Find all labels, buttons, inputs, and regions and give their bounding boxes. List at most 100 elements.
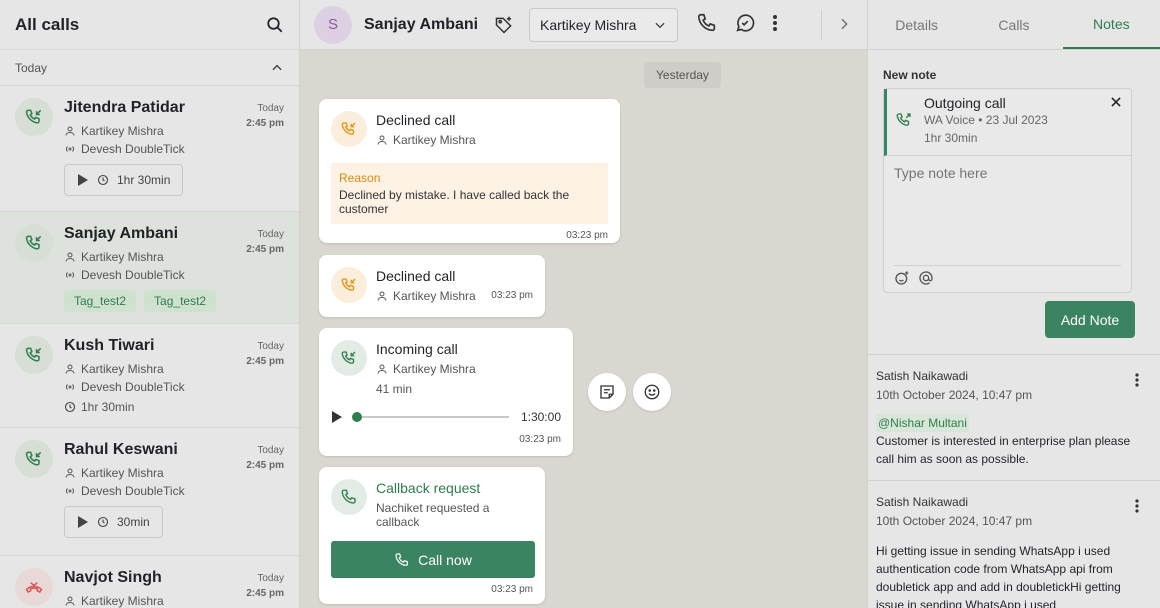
call-item-jitendra[interactable]: Jitendra Patidar Today 2:45 pm Kartikey M… xyxy=(0,86,299,212)
chevron-right-icon[interactable] xyxy=(836,16,852,32)
call-item-kush[interactable]: Kush Tiwari Today 2:45 pm Kartikey Mishra… xyxy=(0,324,299,428)
header-divider xyxy=(821,10,822,40)
more-vertical-icon[interactable] xyxy=(1135,499,1139,513)
more-vertical-icon[interactable] xyxy=(772,14,778,32)
user-icon xyxy=(376,290,388,302)
message-time: 03:23 pm xyxy=(491,290,533,301)
ref-sub: WA Voice • 23 Jul 2023 xyxy=(924,113,1048,127)
call-type-icon xyxy=(15,224,53,262)
call-timestamp: Today 2:45 pm xyxy=(246,341,284,367)
note-card: Satish Naikawadi 10th October 2024, 10:4… xyxy=(868,480,1160,608)
contact-avatar[interactable]: S xyxy=(314,5,352,44)
add-note-button[interactable]: Add Note xyxy=(1045,301,1135,338)
note-author: Satish Naikawadi xyxy=(876,369,969,383)
user-icon xyxy=(64,363,76,375)
phone-icon[interactable] xyxy=(696,12,718,34)
conversation-panel: S Sanjay Ambani Kartikey Mishra Yesterda… xyxy=(300,0,867,608)
react-action[interactable] xyxy=(633,373,671,411)
clock-icon xyxy=(64,401,76,413)
broadcast-icon xyxy=(64,485,76,497)
play-icon[interactable] xyxy=(331,410,343,424)
user-icon xyxy=(376,134,388,146)
line-name: Devesh DoubleTick xyxy=(81,268,185,282)
user-icon xyxy=(64,251,76,263)
tab-notes[interactable]: Notes xyxy=(1062,0,1160,49)
message-title: Incoming call xyxy=(376,341,458,357)
call-list-title: All calls xyxy=(15,14,80,34)
tag[interactable]: Tag_test2 xyxy=(144,290,217,312)
note-toolbar xyxy=(894,270,934,286)
note-text: Customer is interested in enterprise pla… xyxy=(876,434,1131,466)
note-date: 10th October 2024, 10:47 pm xyxy=(876,388,1033,402)
declined-call-icon xyxy=(331,267,367,303)
audio-length: 1:30:00 xyxy=(520,410,561,424)
contact-name[interactable]: Sanjay Ambani xyxy=(364,16,478,34)
audio-progress-slider[interactable] xyxy=(352,412,509,422)
section-today[interactable]: Today xyxy=(0,50,299,86)
user-icon xyxy=(64,595,76,607)
broadcast-icon xyxy=(64,269,76,281)
broadcast-icon xyxy=(64,143,76,155)
call-type-icon xyxy=(15,98,53,136)
clock-icon xyxy=(97,516,109,528)
incoming-call-icon xyxy=(331,340,367,376)
agent-select[interactable]: Kartikey Mishra xyxy=(529,8,678,42)
agent-name: Kartikey Mishra xyxy=(393,362,476,376)
agent-name: Kartikey Mishra xyxy=(81,594,164,608)
agent-name: Kartikey Mishra xyxy=(81,466,164,480)
search-icon[interactable] xyxy=(266,16,284,34)
message-time: 03:23 pm xyxy=(519,434,561,445)
call-timestamp: Today 2:45 pm xyxy=(246,229,284,255)
note-mention[interactable]: @Nishar Multani xyxy=(876,414,969,432)
note-author: Satish Naikawadi xyxy=(876,495,969,509)
more-vertical-icon[interactable] xyxy=(1135,373,1139,387)
whatsapp-icon[interactable] xyxy=(734,12,756,34)
message-title: Declined call xyxy=(376,268,456,284)
line-name: Devesh DoubleTick xyxy=(81,380,185,394)
note-icon xyxy=(598,383,616,401)
tag-add-icon[interactable] xyxy=(494,15,514,35)
note-call-reference: Outgoing call WA Voice • 23 Jul 2023 1hr… xyxy=(884,89,1131,156)
note-input[interactable] xyxy=(894,165,1124,181)
reason-text: Declined by mistake. I have called back … xyxy=(339,188,570,216)
line-name: Devesh DoubleTick xyxy=(81,484,185,498)
missed-call-icon xyxy=(15,568,53,606)
chevron-up-icon[interactable] xyxy=(270,61,284,75)
tab-calls[interactable]: Calls xyxy=(965,0,1062,49)
reason-box: Reason Declined by mistake. I have calle… xyxy=(331,163,608,224)
note-card: Satish Naikawadi 10th October 2024, 10:4… xyxy=(868,354,1160,480)
note-date: 10th October 2024, 10:47 pm xyxy=(876,514,1033,528)
agent-name: Kartikey Mishra xyxy=(393,133,476,147)
ref-title: Outgoing call xyxy=(924,95,1006,111)
call-item-sanjay[interactable]: Sanjay Ambani Today 2:45 pm Kartikey Mish… xyxy=(0,212,299,324)
call-item-navjot[interactable]: Navjot Singh Today 2:45 pm Kartikey Mishr… xyxy=(0,556,299,608)
clock-icon xyxy=(97,174,109,186)
mention-icon[interactable] xyxy=(918,270,934,286)
message-time: 03:23 pm xyxy=(566,230,608,241)
message-title: Declined call xyxy=(376,112,456,128)
play-recording-button[interactable]: 30min xyxy=(64,506,163,538)
call-now-button[interactable]: Call now xyxy=(331,541,535,578)
duration: 1hr 30min xyxy=(117,173,171,187)
ref-duration: 1hr 30min xyxy=(924,131,978,145)
conversation-header: S Sanjay Ambani Kartikey Mishra xyxy=(300,0,867,50)
play-recording-button[interactable]: 1hr 30min xyxy=(64,164,184,196)
user-icon xyxy=(64,467,76,479)
tag[interactable]: Tag_test2 xyxy=(64,290,137,312)
call-duration: 41 min xyxy=(376,382,413,396)
emoji-add-icon[interactable] xyxy=(894,270,910,286)
editor-divider xyxy=(894,265,1121,266)
audio-progress-handle[interactable] xyxy=(352,412,362,422)
add-note-action[interactable] xyxy=(588,373,626,411)
section-label: Today xyxy=(15,60,48,75)
callback-subtitle: Nachiket requested a callback xyxy=(376,501,490,529)
agent-name: Kartikey Mishra xyxy=(81,250,164,264)
close-icon[interactable] xyxy=(1109,95,1123,109)
phone-icon xyxy=(331,479,367,515)
user-icon xyxy=(64,125,76,137)
details-tabs: Details Calls Notes xyxy=(868,0,1160,50)
chevron-down-icon xyxy=(653,18,667,32)
tab-details[interactable]: Details xyxy=(868,0,965,49)
call-list-panel: All calls Today Jitendra Patidar Today 2:… xyxy=(0,0,300,608)
call-item-rahul[interactable]: Rahul Keswani Today 2:45 pm Kartikey Mish… xyxy=(0,428,299,556)
